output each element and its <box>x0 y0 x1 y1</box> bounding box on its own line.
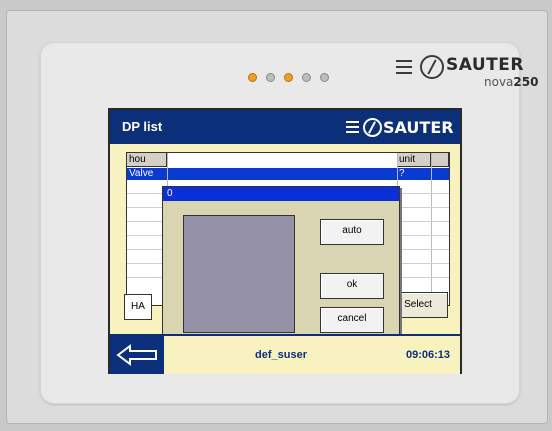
logo-disk-icon <box>420 55 444 79</box>
sauter-logo: SAUTER nova250 <box>396 55 538 95</box>
ha-button[interactable]: HA <box>124 294 152 320</box>
clock: 09:06:13 <box>405 349 450 361</box>
row-unit: ? <box>399 168 405 179</box>
value-dialog: 0 auto ok cancel <box>162 186 400 354</box>
dialog-title: 0 <box>163 187 399 201</box>
touch-screen: DP list SAUTER hou unit Valve ? HA Selec… <box>108 108 462 374</box>
model-number: 250 <box>513 75 539 89</box>
screen-logo: SAUTER <box>346 118 456 138</box>
back-arrow-icon <box>116 344 157 366</box>
col-header-extra <box>431 153 449 167</box>
row-name: Valve <box>129 168 154 179</box>
logo-lines-icon <box>396 60 412 78</box>
status-led-4 <box>302 73 311 82</box>
screen-title-bar: DP list SAUTER <box>110 110 460 144</box>
model-name: nova <box>484 75 514 89</box>
table-row-selected[interactable]: Valve ? <box>127 168 449 180</box>
brand-name: SAUTER <box>446 55 524 75</box>
status-led-5 <box>320 73 329 82</box>
dialog-preview-area <box>183 215 295 333</box>
status-led-1 <box>248 73 257 82</box>
auto-button[interactable]: auto <box>320 219 384 245</box>
col-header-hou[interactable]: hou <box>127 153 167 167</box>
status-led-2 <box>266 73 275 82</box>
screen-logo-text: SAUTER <box>383 118 454 137</box>
col-header-unit[interactable]: unit <box>397 153 431 167</box>
grid-line <box>431 153 432 305</box>
content-area: hou unit Valve ? HA Select 0 auto ok can… <box>110 144 460 354</box>
status-led-3 <box>284 73 293 82</box>
ok-button[interactable]: ok <box>320 273 384 299</box>
back-button[interactable] <box>110 336 164 374</box>
model-label: nova250 <box>484 75 538 89</box>
cancel-button[interactable]: cancel <box>320 307 384 333</box>
logo-lines-icon <box>346 121 359 136</box>
status-bar: def_suser 09:06:13 <box>110 334 460 374</box>
page-title: DP list <box>122 119 163 134</box>
logo-disk-icon <box>363 118 382 137</box>
current-user: def_suser <box>255 349 307 361</box>
